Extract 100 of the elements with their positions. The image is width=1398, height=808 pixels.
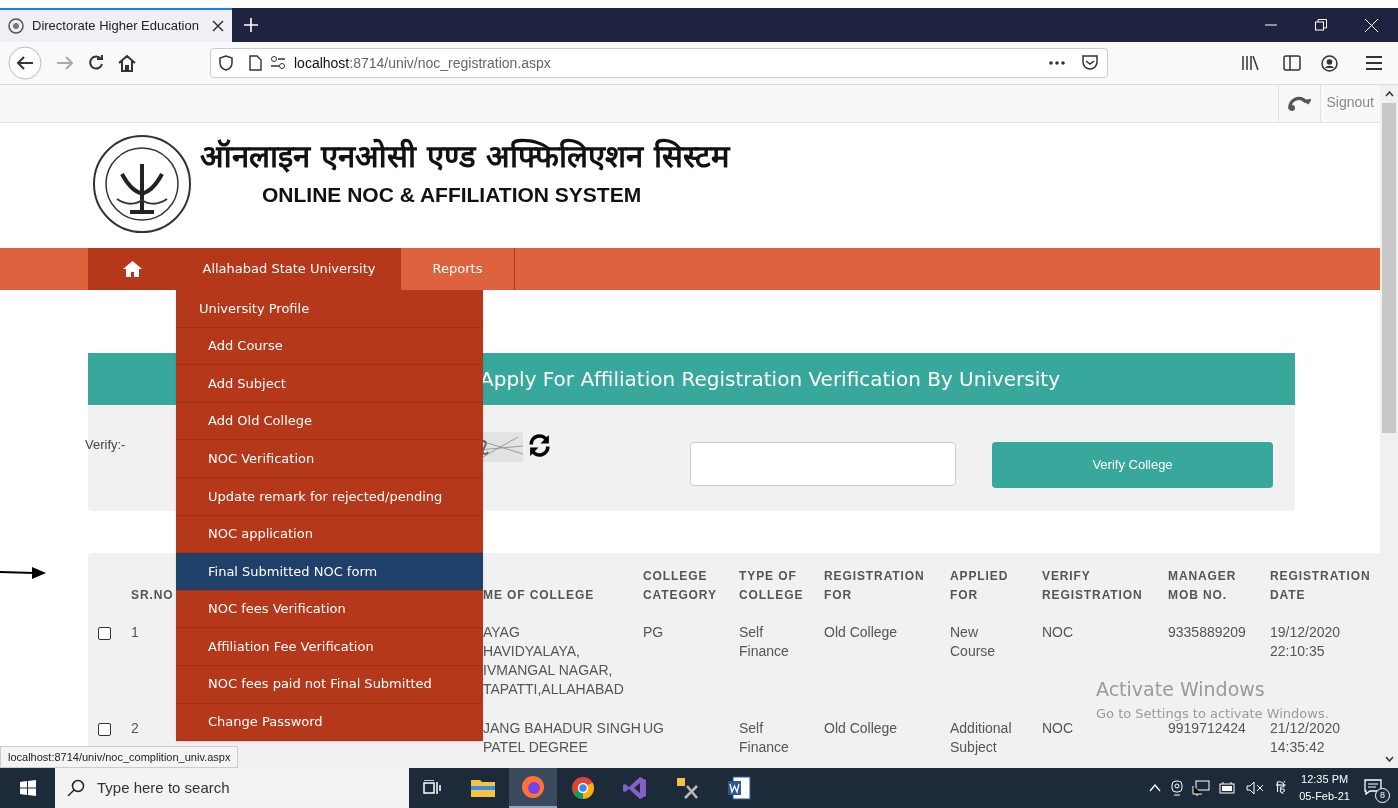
menu-icon[interactable] — [1366, 56, 1382, 70]
table-cell: NOC — [1042, 623, 1074, 642]
column-header: REGISTRATION FOR — [824, 568, 926, 604]
emblem-icon — [8, 18, 24, 34]
taskbar-search-field[interactable]: Type here to search — [55, 768, 409, 808]
dropdown-menu-item[interactable]: Update remark for rejected/pending — [176, 477, 483, 516]
shield-icon — [219, 55, 233, 71]
search-icon — [67, 779, 85, 797]
muted-speaker-icon[interactable] — [1246, 781, 1265, 795]
clock-time: 12:35 PM — [1301, 772, 1349, 787]
scroll-up-icon[interactable] — [1384, 91, 1394, 97]
chrome-icon[interactable] — [571, 776, 595, 800]
account-icon[interactable] — [1321, 54, 1338, 72]
table-cell-text: Additional Subject — [950, 719, 1013, 757]
table-cell: PG — [643, 623, 664, 642]
table-cell-text: Self Finance — [739, 623, 790, 661]
dropdown-menu-item[interactable]: NOC application — [176, 515, 483, 554]
column-header: COLLEGE CATEGORY — [643, 568, 718, 604]
signout-arrow-icon[interactable] — [1287, 94, 1311, 113]
dropdown-menu-item[interactable]: Add Course — [176, 327, 483, 366]
address-bar[interactable]: localhost:8714/univ/noc_registration.aspx — [210, 48, 1108, 78]
clock-date: 05-Feb-21 — [1299, 789, 1350, 804]
close-icon[interactable] — [212, 20, 224, 32]
table-cell: NOC — [1042, 719, 1074, 738]
input-language[interactable]: हिं — [1276, 779, 1286, 797]
row-checkbox[interactable] — [98, 627, 111, 640]
dropdown-menu-item[interactable]: Affiliation Fee Verification — [176, 628, 483, 666]
table-cell-text: 19/12/2020 22:10:35 — [1270, 623, 1342, 661]
table-cell-text: Self Finance — [739, 719, 790, 757]
clock[interactable]: 12:35 PM 05-Feb-21 — [1299, 771, 1350, 805]
table-cell-text: 9919712424 — [1168, 720, 1246, 738]
column-header: TYPE OF COLLEGE — [739, 568, 805, 604]
column-header: VERIFY REGISTRATION — [1042, 568, 1144, 604]
panel-title: Apply For Affiliation Registration Verification By University — [480, 366, 1060, 393]
table-cell-text: New Course — [950, 623, 997, 661]
pointer-arrow — [0, 566, 46, 580]
dropdown-menu-item[interactable]: Change Password — [176, 703, 483, 742]
word-document-icon[interactable] — [727, 776, 751, 800]
row-checkbox[interactable] — [98, 723, 111, 736]
network-icon[interactable] — [1192, 780, 1211, 796]
dropdown-menu-item[interactable]: University Profile — [176, 290, 483, 328]
table-cell-text: JANG BAHADUR SINGH PATEL DEGREE — [483, 719, 642, 757]
table-cell: UG — [643, 719, 664, 738]
column-header: SR.NO — [131, 587, 174, 604]
nav-tab[interactable]: Allahabad State University — [177, 248, 401, 290]
scroll-down-icon[interactable] — [1384, 756, 1394, 762]
verify-label: Verify:- — [85, 436, 126, 454]
browser-icon — [521, 775, 545, 799]
more-icon[interactable] — [1049, 61, 1065, 65]
captcha-input[interactable] — [690, 442, 956, 486]
webcam-icon[interactable] — [1171, 780, 1184, 796]
url-text: localhost:8714/univ/noc_registration.aspx — [294, 53, 552, 73]
back-icon[interactable] — [8, 46, 42, 80]
task-view-icon[interactable] — [423, 780, 443, 796]
folder-icon[interactable] — [471, 778, 495, 798]
table-cell: Old College — [824, 719, 898, 738]
notification-count: 8 — [1375, 788, 1390, 803]
battery-icon[interactable] — [1219, 782, 1238, 794]
column-header: REGISTRATION DATE — [1270, 568, 1372, 604]
taskbar-app-active[interactable] — [509, 768, 557, 808]
status-link-tooltip: localhost:8714/univ/noc_complition_univ.aspx — [0, 745, 239, 768]
table-cell: AYAG HAVIDYALAYA, IVMANGAL NAGAR, TAPATTI,ALLAHABAD — [483, 623, 624, 699]
dropdown-menu-item[interactable]: NOC Verification — [176, 440, 483, 478]
notification-button[interactable]: 8 — [1360, 775, 1390, 801]
table-cell: Old College — [824, 623, 898, 642]
table-cell-text: 21/12/2020 14:35:42 — [1270, 719, 1342, 757]
activation-title: Activate Windows — [1096, 677, 1266, 702]
scrollbar[interactable] — [1380, 85, 1398, 768]
browser-tab[interactable]: Directorate Higher Education — [0, 8, 232, 42]
table-cell: 1 — [131, 623, 139, 642]
home-icon[interactable] — [118, 54, 136, 72]
visual-studio-icon[interactable] — [623, 776, 647, 800]
table-cell: 2 — [131, 719, 139, 738]
activation-message: Go to Settings to activate Windows. — [1096, 704, 1329, 722]
home-icon — [123, 261, 142, 277]
tab-title: Directorate Higher Education — [32, 17, 200, 36]
home-nav-button[interactable] — [88, 248, 177, 290]
dropdown-menu-item[interactable]: Add Old College — [176, 402, 483, 441]
refresh-icon[interactable] — [527, 433, 552, 458]
column-header: APPLIED FOR — [950, 568, 1010, 604]
chevron-up-icon[interactable] — [1149, 784, 1162, 792]
restore-icon[interactable] — [1315, 19, 1327, 31]
page-icon — [249, 55, 262, 71]
tools-icon[interactable] — [675, 776, 699, 800]
pocket-icon[interactable] — [1081, 55, 1099, 71]
notification-icon — [1364, 779, 1382, 795]
sidebar-icon[interactable] — [1283, 55, 1301, 71]
windows-logo-icon — [19, 780, 36, 796]
permissions-icon — [270, 56, 286, 70]
dropdown-menu-item[interactable]: Final Submitted NOC form — [176, 553, 483, 591]
column-header: MANAGER MOB NO. — [1168, 568, 1238, 604]
new-tab-icon[interactable] — [244, 18, 258, 32]
reload-icon[interactable] — [88, 55, 104, 71]
library-icon[interactable] — [1241, 55, 1259, 71]
column-header: ME OF COLLEGE — [483, 587, 595, 604]
dropdown-menu-item[interactable]: NOC fees Verification — [176, 590, 483, 629]
dropdown-menu-item[interactable]: NOC fees paid not Final Submitted — [176, 665, 483, 704]
dropdown-menu-item[interactable]: Add Subject — [176, 365, 483, 403]
site-title-hindi: ऑनलाइन एनओसी एण्ड अफ्फिलिएशन सिस्टम — [200, 137, 731, 176]
table-cell: 9335889209 — [1168, 623, 1246, 642]
